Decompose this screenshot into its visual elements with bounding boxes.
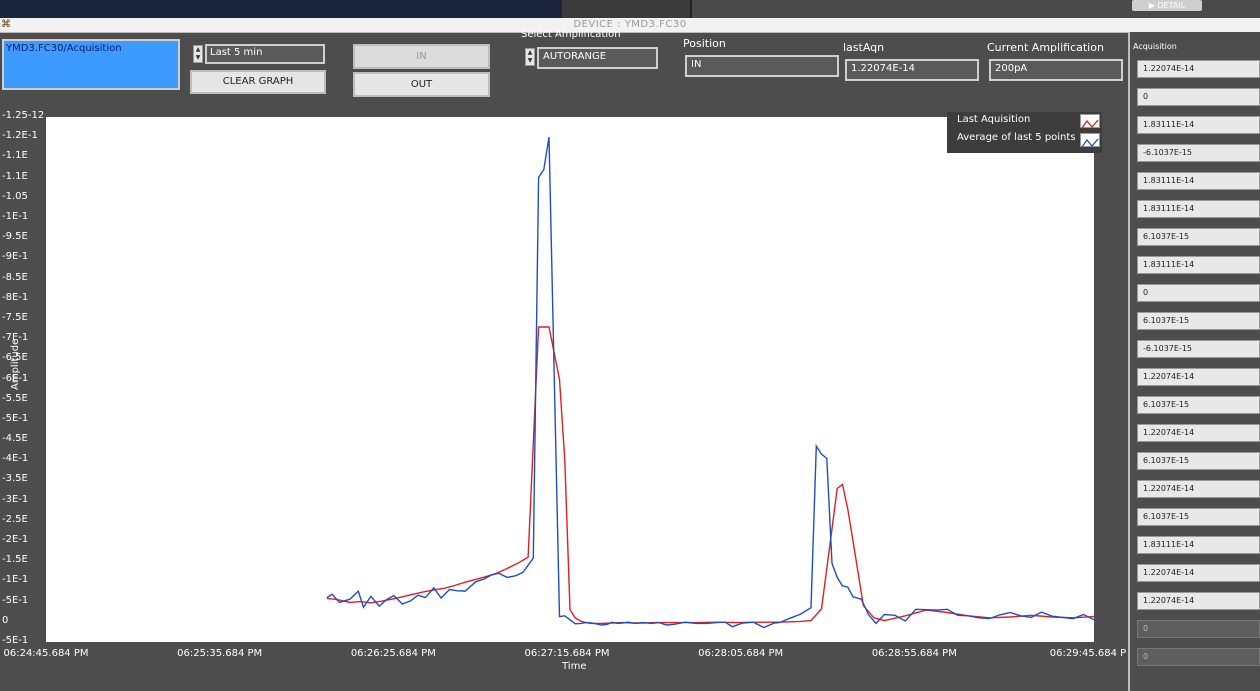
chart-legend: Last Aquisition Average of last 5 points (947, 112, 1102, 153)
acquisition-item[interactable]: 6.1037E-15 (1137, 312, 1260, 330)
acquisition-item[interactable]: 6.1037E-15 (1137, 508, 1260, 526)
series-line-last-acquisition (326, 137, 1094, 629)
acquisition-item[interactable]: 1.22074E-14 (1137, 368, 1260, 386)
lastaqn-field: 1.22074E-14 (845, 59, 979, 81)
acquisition-item[interactable]: 1.22074E-14 (1137, 564, 1260, 582)
x-tick-label: 06:26:25.684 PM (350, 648, 436, 659)
acquisition-item[interactable]: 0 (1137, 284, 1260, 302)
background-window-strip (562, 0, 690, 18)
y-tick-label: -7.5E (2, 311, 28, 323)
current-amplification-label: Current Amplification (987, 41, 1104, 54)
detail-button-label: DETAIL (1157, 1, 1186, 10)
lastaqn-label: lastAqn (843, 41, 885, 54)
y-tick-label: -9.5E (2, 231, 28, 243)
top-strip (0, 0, 1260, 18)
acquisition-item[interactable]: 1.83111E-14 (1137, 200, 1260, 218)
acquisition-item[interactable]: 1.83111E-14 (1137, 256, 1260, 274)
acquisition-item[interactable]: 6.1037E-15 (1137, 396, 1260, 414)
x-tick-label: 06:28:55.684 PM (871, 648, 957, 659)
background-window-strip (0, 0, 560, 18)
acquisition-item[interactable]: 6.1037E-15 (1137, 452, 1260, 470)
out-button[interactable]: OUT (353, 72, 490, 97)
x-tick-label: 06:25:35.684 PM (177, 648, 263, 659)
current-amplification-field: 200pA (989, 59, 1123, 81)
device-path-display[interactable]: YMD3.FC30/Acquisition (2, 39, 180, 90)
acquisition-item[interactable]: 1.22074E-14 (1137, 424, 1260, 442)
x-tick-label: 06:28:05.684 PM (698, 648, 784, 659)
detail-button[interactable]: ▶ DETAIL (1132, 0, 1202, 11)
y-tick-label: -1.05 (2, 190, 28, 202)
y-tick-label: -5E-1 (2, 594, 29, 606)
y-tick-label: -7E-1 (2, 332, 29, 344)
position-field: IN (685, 55, 839, 77)
amplification-spinner[interactable]: ▲ ▼ (525, 48, 535, 66)
y-tick-label: -1.1E (2, 150, 28, 162)
legend-entry-last-acquisition: Last Aquisition (957, 114, 1031, 125)
amplification-label: Select Amplification (521, 29, 621, 40)
y-tick-label: -4.5E (2, 433, 28, 445)
y-tick-label: -1.2E-1 (2, 130, 38, 142)
clear-graph-button[interactable]: CLEAR GRAPH (190, 70, 326, 94)
red-line-icon (1080, 114, 1100, 129)
y-tick-label: -2.5E (2, 513, 28, 525)
y-tick-label: 0 (2, 614, 9, 626)
acquisition-item[interactable]: 0 (1137, 620, 1260, 638)
y-tick-label: -3.5E (2, 473, 28, 485)
y-tick-label: -1.1E (2, 170, 28, 182)
y-tick-label: -1E-1 (2, 210, 29, 222)
in-button[interactable]: IN (353, 44, 490, 69)
x-axis-label: Time (562, 661, 587, 672)
acquisition-item[interactable]: 1.22074E-14 (1137, 592, 1260, 610)
y-tick-label: -5.5E (2, 392, 28, 404)
acquisition-item[interactable]: 0 (1137, 88, 1260, 106)
plot-area[interactable] (46, 117, 1094, 642)
y-tick-label: -8E-1 (2, 291, 29, 303)
y-tick-label: -6E-1 (2, 372, 29, 384)
play-icon: ▶ (1148, 1, 1155, 10)
y-tick-label: -8.5E (2, 271, 28, 283)
window-title-bar: DEVICE : YMD3.FC30 (0, 18, 1260, 33)
y-tick-label: -4E-1 (2, 453, 29, 465)
acquisition-item[interactable]: 0 (1137, 648, 1260, 666)
blue-line-icon (1080, 133, 1100, 148)
acquisition-item[interactable]: 1.22074E-14 (1137, 480, 1260, 498)
y-tick-label: -1.5E (2, 554, 28, 566)
amplitude-chart (326, 137, 1094, 629)
legend-entry-average: Average of last 5 points (957, 132, 1076, 143)
acquisition-item[interactable]: -6.1037E-15 (1137, 340, 1260, 358)
y-tick-label: -6.5E (2, 352, 28, 364)
amplification-select[interactable]: AUTORANGE (537, 47, 658, 69)
y-tick-label: -9E-1 (2, 251, 29, 263)
x-tick-label: 06:27:15.684 PM (524, 648, 610, 659)
time-range-field[interactable]: Last 5 min (205, 44, 325, 64)
series-line-average (326, 326, 1094, 625)
y-tick-label: -2E-1 (2, 534, 29, 546)
time-range-spinner[interactable]: ▲ ▼ (193, 45, 203, 63)
position-label: Position (683, 37, 726, 50)
y-tick-label: -3E-1 (2, 493, 29, 505)
app-icon[interactable]: ⌘ (1, 19, 11, 30)
acquisition-item[interactable]: 6.1037E-15 (1137, 228, 1260, 246)
acquisition-item[interactable]: 1.83111E-14 (1137, 116, 1260, 134)
acquisition-title: Acquisition (1133, 42, 1177, 51)
y-tick-label: -5E-1 (2, 635, 29, 646)
window-title: DEVICE : YMD3.FC30 (573, 19, 687, 30)
acquisition-item[interactable]: 1.22074E-14 (1137, 60, 1260, 78)
y-tick-label: -1.25-12 (2, 110, 45, 121)
y-tick-label: -1E-1 (2, 574, 29, 586)
y-axis-label: Amplitude (10, 338, 21, 390)
acquisition-item[interactable]: -6.1037E-15 (1137, 144, 1260, 162)
x-tick-label: 06:29:45.684 P (1049, 648, 1127, 659)
acquisition-item[interactable]: 1.83111E-14 (1137, 536, 1260, 554)
acquisition-item[interactable]: 1.83111E-14 (1137, 172, 1260, 190)
x-tick-label: 06:24:45.684 PM (3, 648, 89, 659)
y-tick-label: -5E-1 (2, 412, 29, 424)
